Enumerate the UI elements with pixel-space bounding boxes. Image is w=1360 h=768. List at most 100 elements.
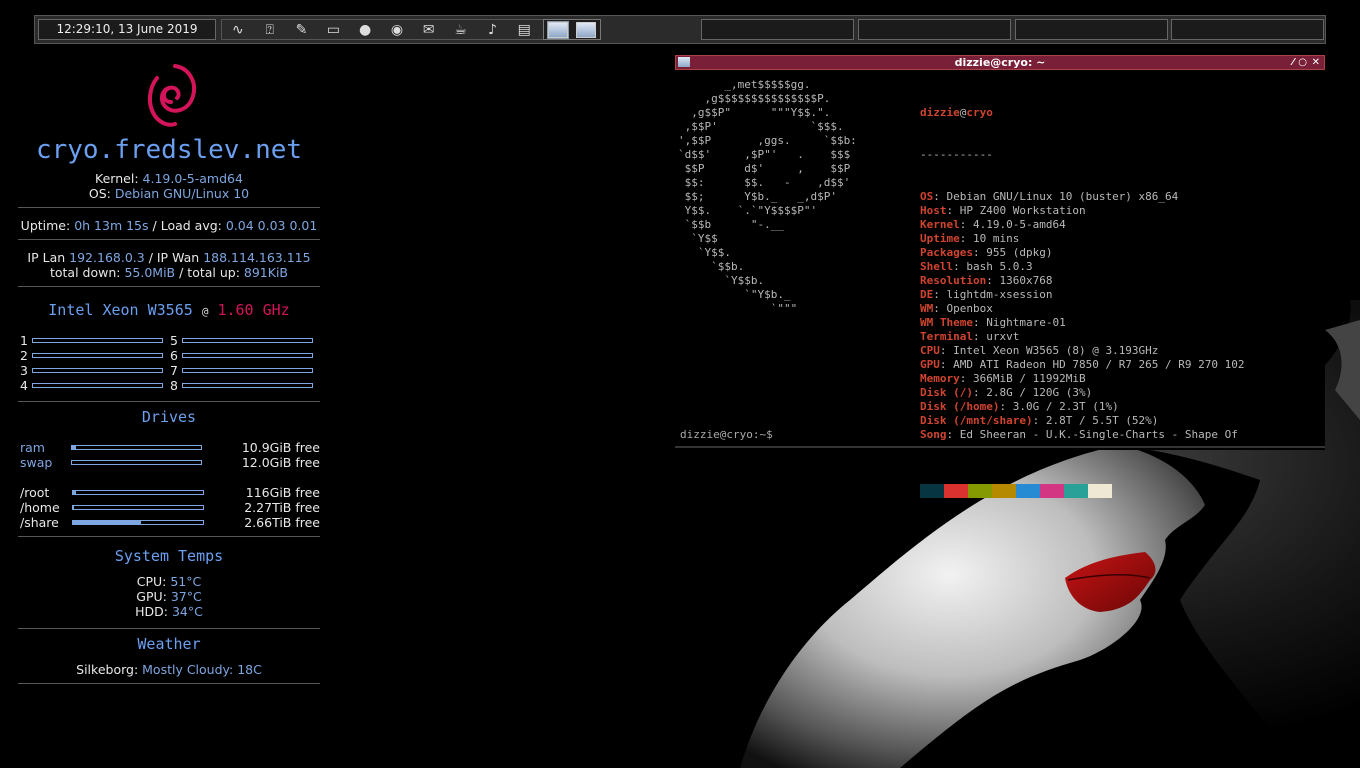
color-swatch [992, 484, 1016, 498]
info-value: 4.19.0-5-amd64 [973, 218, 1066, 231]
shell-prompt[interactable]: dizzie@cryo:~$ [680, 428, 773, 442]
terminal-titlebar[interactable]: dizzie@cryo: ~ ⁄ ○ ✕ [675, 55, 1325, 70]
usage-fill [73, 506, 75, 509]
info-line: OS: Debian GNU/Linux 10 (buster) x86_64 [920, 190, 1179, 203]
temp-label: CPU: [136, 574, 167, 589]
divider [18, 207, 320, 208]
weather-line: Silkeborg: Mostly Cloudy: 18C [18, 662, 320, 677]
info-key: GPU [920, 358, 940, 371]
info-key: DE [920, 288, 934, 301]
divider [18, 286, 320, 287]
drive-row: /share 2.66TiB free [18, 515, 320, 530]
core-number: 6 [170, 348, 178, 363]
divider [18, 239, 320, 240]
info-key: Kernel [920, 218, 960, 231]
core-load-bar [182, 383, 313, 388]
close-icon[interactable]: ✕ [1312, 56, 1320, 69]
kernel-label: Kernel: [95, 171, 139, 186]
clock[interactable]: 12:29:10, 13 June 2019 [38, 19, 216, 40]
info-value: Nightmare-01 [986, 316, 1066, 329]
info-line: Disk (/): 2.8G / 120G (3%) [920, 386, 1093, 399]
terminal-title: dizzie@cryo: ~ [954, 56, 1046, 69]
drive-row: /home 2.27TiB free [18, 500, 320, 515]
info-key: WM [920, 302, 934, 315]
os-label: OS: [88, 186, 111, 201]
usage-bar [72, 520, 204, 525]
chrome-icon[interactable]: ◉ [386, 21, 408, 39]
temp-row: HDD: 34°C [18, 604, 320, 619]
info-line: Resolution: 1360x768 [920, 274, 1053, 287]
info-value: urxvt [986, 330, 1020, 343]
desktop-switcher [543, 19, 601, 40]
drive-label: ram [20, 440, 45, 455]
teapot-icon[interactable]: ☕ [450, 21, 472, 39]
uptime-line: Uptime: 0h 13m 15s / Load avg: 0.04 0.03… [18, 218, 320, 233]
core-load-bar [32, 338, 163, 343]
info-line: Host: HP Z400 Workstation [920, 204, 1086, 217]
ascii-line: ,g$$$$$$$$$$$$$$$P. [678, 92, 831, 105]
info-line: Memory: 366MiB / 11992MiB [920, 372, 1086, 385]
info-line: Song: Ed Sheeran - U.K.-Single-Charts - … [920, 428, 1238, 441]
task-slot-1[interactable] [701, 19, 854, 40]
ascii-line: `Y$$. [678, 246, 731, 259]
info-line: DE: lightdm-xsession [920, 288, 1053, 301]
info-key: WM Theme [920, 316, 973, 329]
ipwan-label: / IP Wan [148, 250, 200, 265]
system-monitor-icon[interactable]: ∿ [227, 21, 249, 39]
ascii-line: `Y$$ [678, 232, 718, 245]
weather-heading: Weather [137, 635, 201, 653]
chat-icon[interactable]: ● [354, 21, 376, 39]
pencil-icon[interactable]: ✎ [291, 21, 313, 39]
network-icon[interactable]: ⍰ [259, 21, 281, 39]
ascii-line: `$$b. [678, 260, 745, 273]
info-line: WM: Openbox [920, 302, 993, 315]
core-number: 3 [20, 363, 28, 378]
info-line: CPU: Intel Xeon W3565 (8) @ 3.193GHz [920, 344, 1159, 357]
window-icon [678, 57, 690, 67]
weather-value: Mostly Cloudy: 18C [142, 662, 262, 677]
usage-bar [72, 505, 204, 510]
info-value: Openbox [946, 302, 993, 315]
volume-icon[interactable]: ♪ [481, 21, 503, 39]
color-swatch [944, 484, 968, 498]
terminal-window[interactable]: dizzie@cryo: ~ ⁄ ○ ✕ _,met$$$$$gg. ,g$$$… [675, 55, 1325, 498]
core-number: 4 [20, 378, 28, 393]
usage-fill [73, 491, 76, 494]
separator: ----------- [920, 148, 993, 161]
free-space: 116GiB free [245, 485, 320, 500]
core-number: 8 [170, 378, 178, 393]
launcher-bar: ∿ ⍰ ✎ ▭ ● ◉ ✉ ☕ ♪ ▤ ♫ [221, 19, 573, 40]
info-line: WM Theme: Nightmare-01 [920, 316, 1066, 329]
task-slot-2[interactable] [858, 19, 1011, 40]
desktop-1-button[interactable] [547, 20, 569, 39]
ascii-line: $$P d$' , $$P [678, 162, 851, 175]
info-line: Uptime: 10 mins [920, 232, 1020, 245]
maximize-icon[interactable]: ○ [1298, 56, 1307, 69]
color-swatch [1016, 484, 1040, 498]
ascii-line: `$$b "-.__ [678, 218, 784, 231]
task-slot-3[interactable] [1015, 19, 1168, 40]
minimize-icon[interactable]: ⁄ [1292, 56, 1294, 69]
core-number: 7 [170, 363, 178, 378]
clapperboard-icon[interactable]: ▤ [513, 21, 535, 39]
info-key: Disk (/mnt/share) [920, 414, 1033, 427]
info-line: Disk (/home): 3.0G / 2.3T (1%) [920, 400, 1119, 413]
ascii-line: `Y$$b. [678, 274, 765, 287]
cpu-cores: 1234 5678 [18, 333, 320, 395]
color-swatch [1064, 484, 1088, 498]
task-slot-4[interactable] [1171, 19, 1324, 40]
desktop-2-button[interactable] [576, 21, 596, 38]
ascii-line: $$: $$. - ,d$$' [678, 176, 851, 189]
temp-value: 37°C [170, 589, 202, 604]
mail-icon[interactable]: ✉ [418, 21, 440, 39]
info-line: Packages: 955 (dpkg) [920, 246, 1053, 259]
usage-fill [73, 521, 141, 524]
divider [18, 683, 320, 684]
ipwan-value: 188.114.163.115 [203, 250, 311, 265]
cpu-at: @ [201, 305, 209, 318]
info-value: 1360x768 [999, 274, 1053, 287]
info-key: Packages [920, 246, 973, 259]
color-swatch [1040, 484, 1064, 498]
monitor-icon[interactable]: ▭ [322, 21, 344, 39]
debian-logo-icon [18, 58, 320, 131]
